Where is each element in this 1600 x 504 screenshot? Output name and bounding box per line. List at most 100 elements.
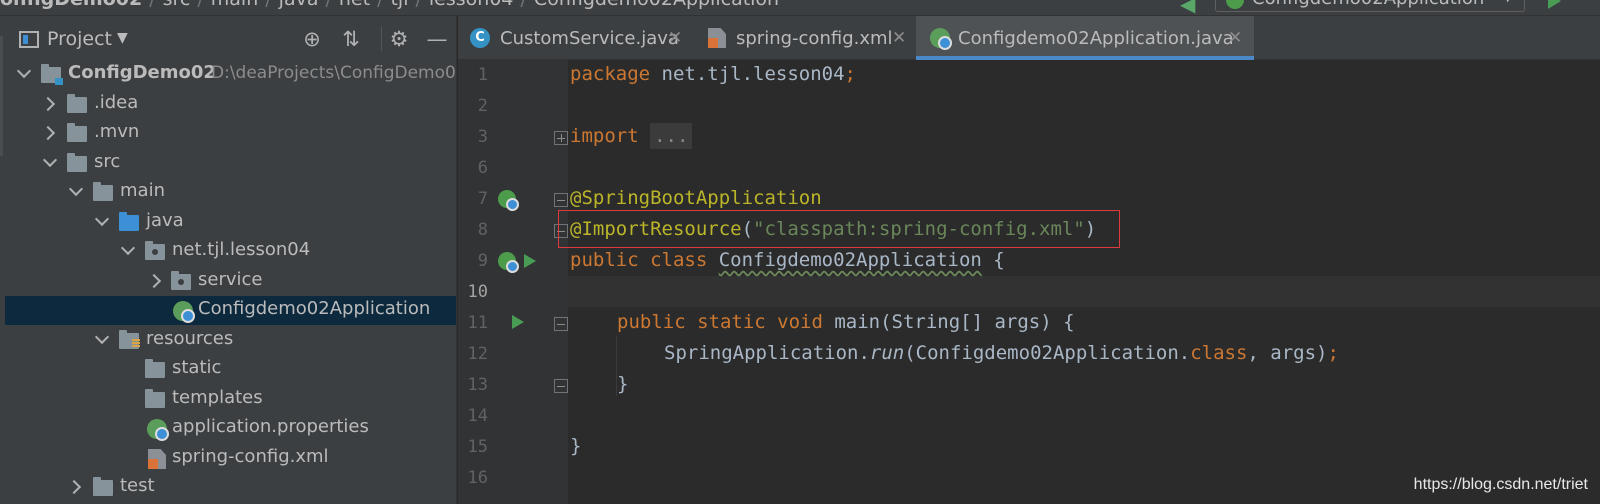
spring-properties-icon [147, 419, 169, 441]
tree-item-idea[interactable]: .idea [5, 90, 456, 119]
run-configuration-select[interactable]: Configdemo02Application ▼ [1215, 0, 1525, 12]
chevron-down-icon[interactable] [43, 155, 57, 171]
run-icon[interactable] [524, 254, 536, 268]
locate-icon[interactable]: ⊕ [300, 27, 324, 51]
chevron-right-icon[interactable] [43, 125, 57, 141]
project-tool-window-button[interactable] [0, 36, 3, 156]
tree-item-spring-config-xml[interactable]: spring-config.xml [5, 444, 456, 473]
breadcrumb-item[interactable]: src [163, 0, 191, 10]
tree-item-label: ConfigDemo02 [68, 62, 216, 83]
chevron-down-icon: ▼ [1504, 0, 1512, 4]
breadcrumb-item[interactable]: java [279, 0, 319, 10]
spring-boot-icon [1226, 0, 1244, 9]
hide-icon[interactable]: — [425, 27, 449, 51]
tree-item-label: main [120, 180, 165, 201]
tree-item-package[interactable]: net.tjl.lesson04 [5, 237, 456, 266]
tree-item-application-properties[interactable]: application.properties [5, 414, 456, 443]
close-icon[interactable]: ✕ [892, 28, 906, 48]
package-icon [171, 271, 191, 290]
tab-label: spring-config.xml [736, 28, 893, 49]
breadcrumb-item[interactable]: lesson04 [429, 0, 514, 10]
chevron-right-icon[interactable] [149, 273, 163, 289]
folder-icon [67, 94, 87, 113]
collapse-all-icon[interactable]: ⇅ [339, 27, 363, 51]
tab-spring-config-xml[interactable]: spring-config.xml ✕ [694, 16, 916, 60]
chevron-right-icon[interactable] [43, 96, 57, 112]
fold-collapse-icon[interactable] [554, 193, 568, 207]
code-editor[interactable]: 1 2 3 6 7 8 9 10 11 12 13 14 15 16 packa… [458, 60, 1600, 504]
back-arrow-icon[interactable]: ◀ [1180, 0, 1195, 15]
navigation-bar: onfigDemo02 / src / main / java / net / tjl / lesson… [0, 0, 1600, 16]
tree-item-service[interactable]: service [5, 267, 456, 296]
annotation-highlight-box [558, 210, 1120, 248]
line-number: 8 [477, 220, 488, 240]
breadcrumb-item[interactable]: onfigDemo02 [0, 0, 142, 10]
tree-item-label: .mvn [94, 121, 140, 142]
project-view-title[interactable]: Project [47, 28, 112, 50]
chevron-down-icon[interactable] [121, 243, 135, 259]
breadcrumb-item[interactable]: tjl [390, 0, 408, 10]
line-number: 3 [477, 127, 488, 147]
breadcrumb-separator: / [377, 0, 383, 10]
breadcrumb-item[interactable]: main [211, 0, 258, 10]
chevron-down-icon[interactable] [17, 66, 31, 82]
fold-collapse-icon[interactable] [554, 317, 568, 331]
tree-item-src[interactable]: src [5, 149, 456, 178]
tab-configdemo02application-java[interactable]: Configdemo02Application.java ✕ [916, 16, 1254, 60]
tree-item-label: java [146, 210, 184, 231]
code-line: import ... [570, 123, 693, 149]
tree-item-label: static [172, 357, 222, 378]
code-line: package net.tjl.lesson04; [570, 63, 856, 85]
breadcrumb-item[interactable]: Configdemo02Application [534, 0, 779, 10]
tab-customservice-java[interactable]: C CustomService.java ✕ [458, 16, 694, 60]
tree-item-configdemo02application[interactable]: Configdemo02Application [5, 296, 456, 325]
tree-item-main[interactable]: main [5, 178, 456, 207]
fold-expand-icon[interactable] [554, 131, 568, 145]
class-icon: C [470, 28, 490, 48]
chevron-down-icon[interactable] [95, 332, 109, 348]
editor-tabs: C CustomService.java ✕ spring-config.xml… [458, 16, 1600, 60]
tree-item-test[interactable]: test [5, 473, 456, 502]
tree-item-label: application.properties [172, 416, 369, 437]
line-number: 15 [467, 437, 488, 457]
chevron-down-icon[interactable] [69, 184, 83, 200]
spring-bean-icon[interactable] [498, 190, 519, 211]
close-icon[interactable]: ✕ [668, 28, 682, 48]
project-icon [19, 31, 39, 48]
breadcrumb-item[interactable]: net [339, 0, 370, 10]
line-number-current: 10 [467, 282, 488, 302]
tree-item-label: Configdemo02Application [198, 298, 431, 319]
tab-label: CustomService.java [500, 28, 679, 49]
run-icon[interactable] [1548, 0, 1561, 9]
breadcrumb: onfigDemo02 / src / main / java / net / tjl / lesson… [0, 0, 779, 10]
tree-item-static[interactable]: static [5, 355, 456, 384]
tree-item-configdemo02[interactable]: ConfigDemo02 D:\deaProjects\ConfigDemo0 [5, 60, 456, 89]
run-icon[interactable] [512, 315, 524, 329]
spring-bean-icon[interactable] [498, 252, 519, 273]
module-folder-icon [41, 64, 63, 85]
folder-icon [67, 123, 87, 142]
fold-collapse-icon[interactable] [554, 379, 568, 393]
project-panel-header: Project ▼ ⊕ ⇅ ⚙ — [5, 16, 456, 60]
watermark: https://blog.csdn.net/triet [1413, 476, 1588, 493]
tree-item-mvn[interactable]: .mvn [5, 119, 456, 148]
tree-item-templates[interactable]: templates [5, 385, 456, 414]
line-number: 1 [477, 65, 488, 85]
close-icon[interactable]: ✕ [1228, 28, 1242, 48]
folded-imports[interactable]: ... [650, 123, 693, 149]
chevron-down-icon[interactable] [95, 214, 109, 230]
folder-icon [93, 477, 113, 496]
tree-item-resources[interactable]: resources [5, 326, 456, 355]
chevron-right-icon[interactable] [69, 479, 83, 495]
tree-item-label: net.tjl.lesson04 [172, 239, 311, 260]
gear-icon[interactable]: ⚙ [387, 27, 411, 51]
line-number: 2 [477, 96, 488, 116]
tree-item-label: src [94, 151, 121, 172]
chevron-down-icon[interactable]: ▼ [117, 30, 128, 46]
project-panel: Project ▼ ⊕ ⇅ ⚙ — ConfigDemo02 D:\deaPro… [5, 16, 457, 504]
source-folder-icon [119, 212, 139, 231]
toolbar-divider [381, 27, 382, 51]
tree-item-java[interactable]: java [5, 208, 456, 237]
line-number: 16 [467, 468, 488, 488]
code-line: public class Configdemo02Application { [570, 249, 1005, 271]
